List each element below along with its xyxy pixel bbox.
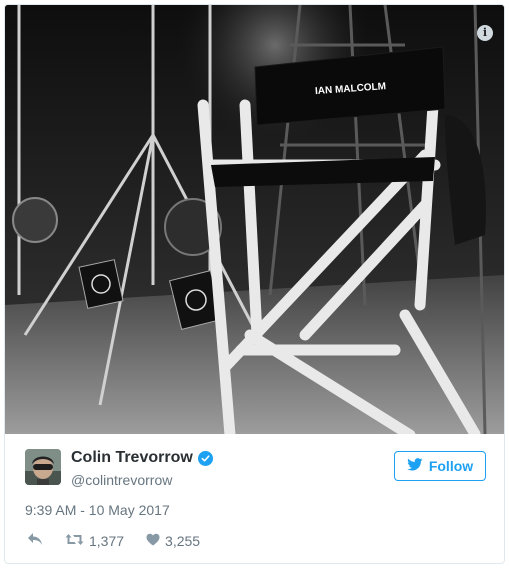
follow-button-label: Follow bbox=[428, 458, 474, 474]
author-handle[interactable]: @colintrevorrow bbox=[71, 472, 172, 488]
tweet-card: IAN MALCOLM i Colin Trevorrow @colintrev… bbox=[4, 4, 505, 564]
twitter-bird-icon bbox=[407, 458, 423, 474]
verified-badge-icon bbox=[197, 450, 213, 466]
tweet-timestamp[interactable]: 9:39 AM - 10 May 2017 bbox=[25, 502, 170, 518]
film-set-photo: IAN MALCOLM bbox=[5, 5, 504, 434]
tweet-actions: 1,377 3,255 bbox=[27, 532, 200, 549]
info-icon[interactable]: i bbox=[477, 25, 493, 41]
retweet-button[interactable]: 1,377 bbox=[65, 533, 124, 549]
heart-icon bbox=[146, 533, 160, 549]
reply-icon bbox=[27, 532, 43, 549]
retweet-icon bbox=[65, 533, 84, 549]
reply-button[interactable] bbox=[27, 532, 43, 549]
author-name[interactable]: Colin Trevorrow bbox=[71, 449, 193, 467]
like-button[interactable]: 3,255 bbox=[146, 533, 200, 549]
retweet-count: 1,377 bbox=[89, 532, 125, 549]
avatar-image bbox=[25, 449, 61, 485]
like-count: 3,255 bbox=[165, 532, 201, 549]
author-row: Colin Trevorrow @colintrevorrow Follow bbox=[25, 448, 486, 488]
tweet-photo[interactable]: IAN MALCOLM i bbox=[5, 5, 504, 434]
follow-button[interactable]: Follow bbox=[394, 451, 486, 481]
avatar[interactable] bbox=[25, 449, 61, 485]
author-name-line: Colin Trevorrow bbox=[71, 449, 213, 467]
